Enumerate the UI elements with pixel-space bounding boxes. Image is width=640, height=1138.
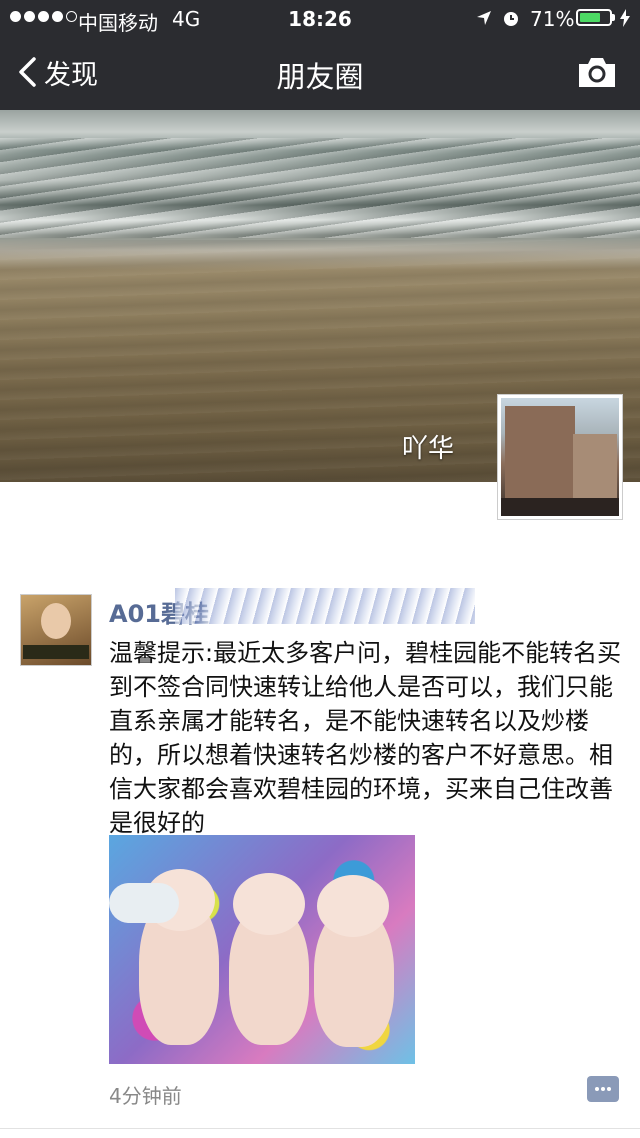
profile-name[interactable]: 吖华 <box>402 428 454 465</box>
comment-icon[interactable] <box>587 1076 619 1102</box>
charging-bolt-icon <box>620 9 630 27</box>
post-text: 温馨提示:最近太多客户问，碧桂园能不能转名买到不签合同快速转让给他人是否可以，我… <box>109 639 622 837</box>
camera-icon[interactable] <box>576 54 618 90</box>
battery-tip <box>612 14 615 21</box>
page-title: 朋友圈 <box>276 60 364 94</box>
alarm-clock-icon <box>504 12 518 26</box>
avatar-image <box>501 398 619 516</box>
status-bar: 中国移动 4G 18:26 71% <box>0 0 640 36</box>
top-bar: 中国移动 4G 18:26 71% 发现 朋友圈 <box>0 0 640 110</box>
post-author-avatar[interactable] <box>20 594 92 666</box>
divider <box>0 1128 640 1129</box>
author-name-redaction <box>175 588 475 624</box>
post-image[interactable] <box>109 835 415 1064</box>
baby-bottle <box>109 883 179 923</box>
cover-waves <box>0 138 640 238</box>
navigation-bar: 发现 朋友圈 <box>0 36 640 110</box>
post-timestamp: 4分钟前 <box>109 1084 182 1108</box>
profile-avatar[interactable] <box>497 394 623 520</box>
battery-level-fill <box>580 13 600 22</box>
battery-icon <box>576 9 612 26</box>
location-arrow-icon <box>477 11 491 25</box>
battery-percentage: 71% <box>530 7 575 31</box>
